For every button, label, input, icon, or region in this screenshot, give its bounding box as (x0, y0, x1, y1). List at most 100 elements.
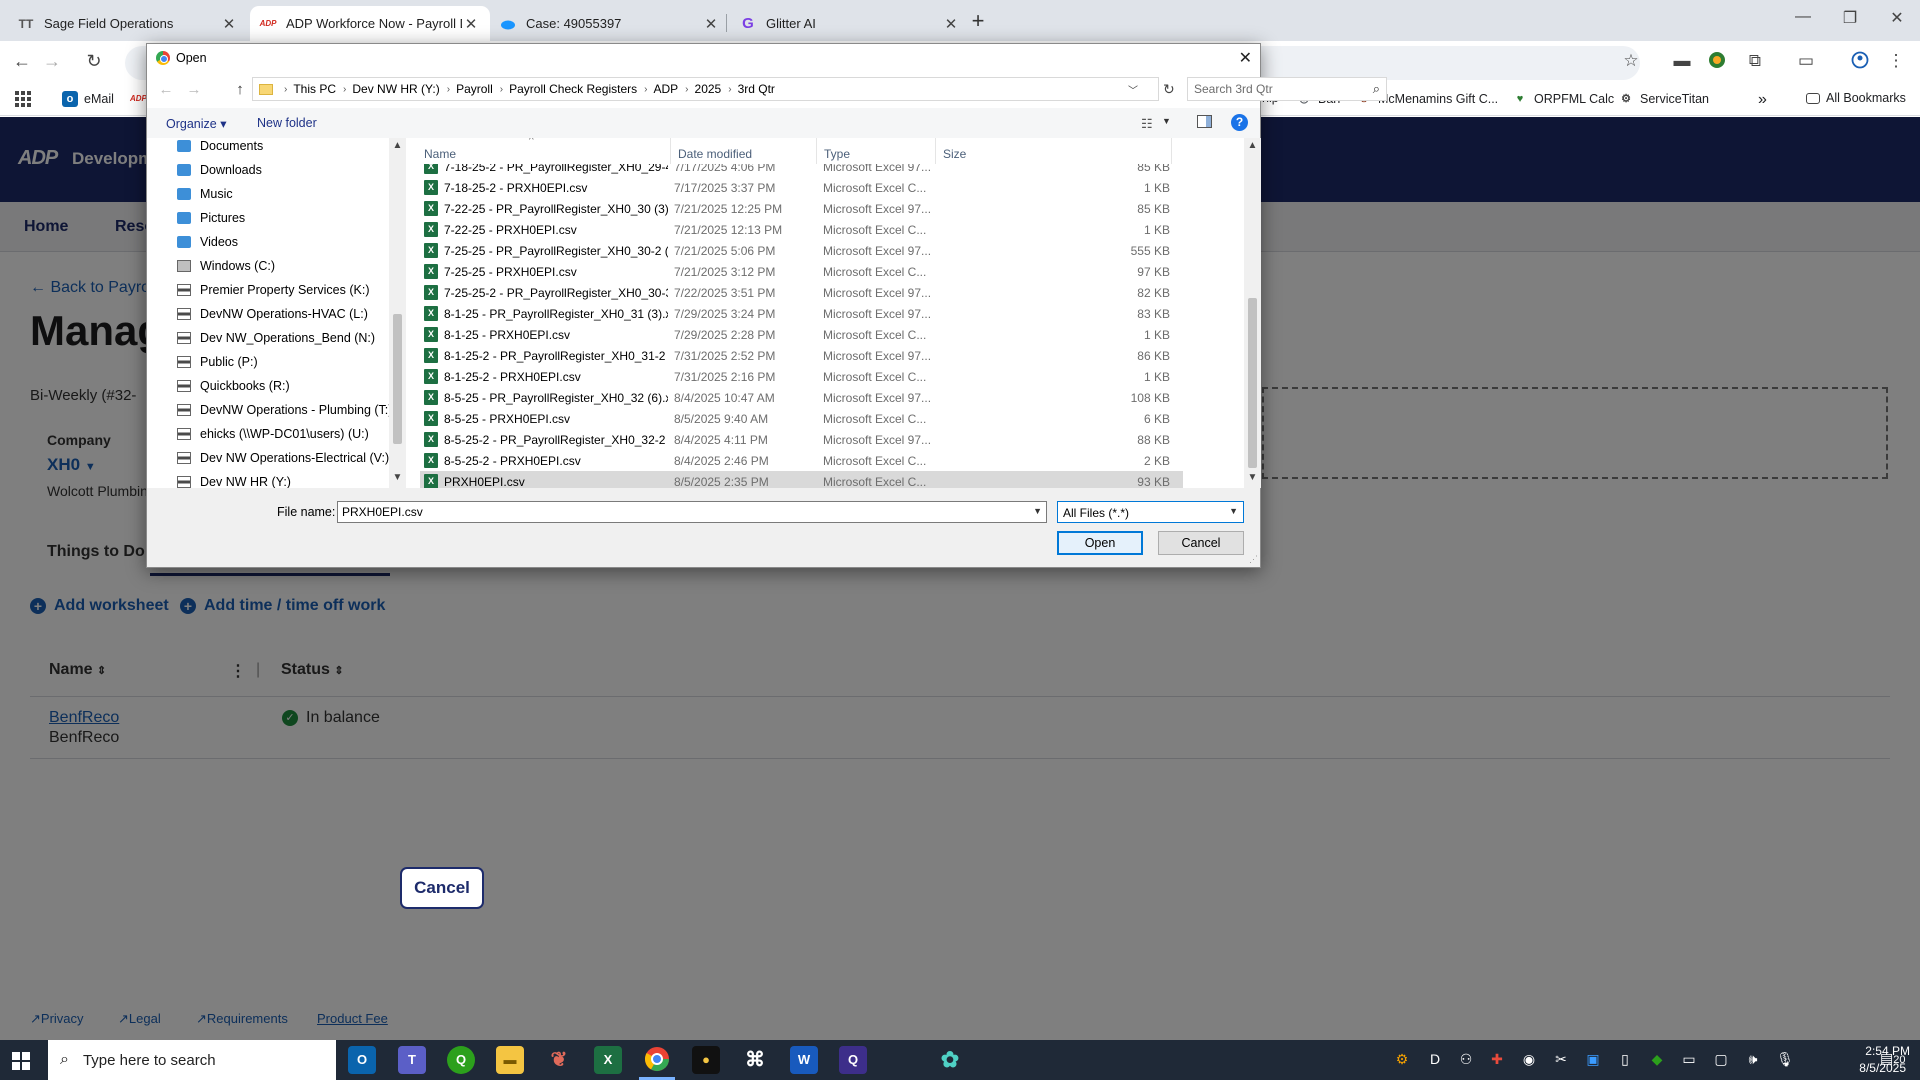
up-arrow-icon[interactable]: ↑ (231, 81, 249, 98)
column-date-header[interactable]: Date modified (678, 147, 752, 161)
search-input[interactable] (1194, 82, 1344, 96)
chevron-down-icon[interactable]: ▼ (1162, 116, 1171, 126)
open-button[interactable]: Open (1057, 531, 1143, 555)
all-bookmarks[interactable]: All Bookmarks (1806, 91, 1906, 105)
breadcrumb-item[interactable]: This PC (293, 82, 336, 96)
bookmark-servicetitan[interactable]: ⚙ ServiceTitan (1618, 91, 1709, 107)
nav-pane-item[interactable]: DevNW Operations-HVAC (L:) (177, 304, 368, 324)
tray-shield-icon[interactable]: ◆ (1648, 1051, 1666, 1068)
nav-pane-item[interactable]: Dev NW HR (Y:) (177, 472, 291, 488)
nav-pane-item[interactable]: Dev NW_Operations_Bend (N:) (177, 328, 375, 348)
file-row[interactable]: X 8-5-25-2 - PRXH0EPI.csv 8/4/2025 2:46 PM… (420, 450, 1183, 471)
column-type-header[interactable]: Type (824, 147, 850, 161)
scroll-down-icon[interactable]: ▼ (389, 472, 406, 483)
tray-usb-icon[interactable]: ▯ (1616, 1051, 1634, 1068)
file-row[interactable]: X 8-1-25-2 - PRXH0EPI.csv 7/31/2025 2:16 P… (420, 366, 1183, 387)
nav-pane-item[interactable]: Dev NW Operations-Electrical (V:) (177, 448, 389, 468)
help-icon[interactable]: ? (1231, 114, 1248, 131)
nav-pane-item[interactable]: Pictures (177, 208, 245, 228)
file-row[interactable]: X 7-25-25 - PR_PayrollRegister_XH0_30-2 (… (420, 240, 1183, 261)
tray-slack-icon[interactable]: ✚ (1488, 1051, 1506, 1068)
file-name-combobox[interactable]: ▼ (337, 501, 1047, 523)
file-explorer-app-icon[interactable]: ▬ (496, 1046, 524, 1074)
file-row[interactable]: X 8-1-25 - PR_PayrollRegister_XH0_31 (3).… (420, 303, 1183, 324)
nav-pane-item[interactable]: Downloads (177, 160, 262, 180)
tab-glitter-ai[interactable]: G Glitter AI ✕ (730, 6, 970, 41)
outlook-app-icon[interactable]: O (348, 1046, 376, 1074)
reload-icon[interactable]: ↻ (82, 51, 106, 72)
chrome-app-icon[interactable] (643, 1046, 671, 1074)
file-type-select[interactable]: All Files (*.*) ▼ (1057, 501, 1244, 523)
nav-pane-item[interactable]: Music (177, 184, 233, 204)
bookmark-orpfml[interactable]: ♥ ORPFML Calc (1512, 91, 1614, 107)
nav-pane-item[interactable]: Windows (C:) (177, 256, 275, 276)
cancel-button[interactable]: Cancel (400, 867, 484, 909)
file-row[interactable]: X 7-25-25 - PRXH0EPI.csv 7/21/2025 3:12 PM… (420, 261, 1183, 282)
new-tab-plus-icon[interactable]: + (966, 8, 990, 34)
notes-app-icon[interactable]: ❦ (545, 1046, 573, 1074)
tab-case[interactable]: Case: 49055397 ✕ (490, 6, 730, 41)
close-icon[interactable]: ✕ (702, 15, 720, 33)
back-arrow-icon[interactable]: ← (10, 51, 34, 72)
password-icon[interactable]: ▬ (1671, 51, 1693, 73)
quickbooks-app-icon[interactable]: Q (447, 1046, 475, 1074)
forward-arrow-icon[interactable]: → (185, 81, 203, 98)
nav-pane-item[interactable]: Public (P:) (177, 352, 258, 372)
refresh-icon[interactable]: ↻ (1163, 81, 1175, 98)
breadcrumb-item[interactable]: Payroll Check Registers (509, 82, 637, 96)
file-row[interactable]: X 8-5-25 - PRXH0EPI.csv 8/5/2025 9:40 AM Mi… (420, 408, 1183, 429)
close-icon[interactable]: ✕ (220, 15, 238, 33)
windows-start-icon[interactable] (12, 1052, 30, 1070)
file-row[interactable]: X 7-22-25 - PRXH0EPI.csv 7/21/2025 12:13 P… (420, 219, 1183, 240)
resize-grip-icon[interactable]: ⋰ (1249, 554, 1258, 565)
nav-pane-item[interactable]: Quickbooks (R:) (177, 376, 290, 396)
teams-app-icon[interactable]: T (398, 1046, 426, 1074)
scroll-up-icon[interactable]: ▲ (1244, 140, 1261, 151)
profile-icon[interactable] (1849, 51, 1871, 73)
search-box[interactable]: ⌕ (1187, 77, 1387, 101)
menu-kebab-icon[interactable]: ⋮ (1885, 51, 1907, 73)
extension-avatar-icon[interactable] (1706, 51, 1728, 73)
tray-app-icon[interactable]: ⚙ (1393, 1051, 1411, 1068)
tab-adp-workforce-now[interactable]: ADP ADP Workforce Now - Payroll D ✕ (250, 6, 490, 41)
volume-icon[interactable]: 🕪 (1744, 1051, 1762, 1068)
new-folder-button[interactable]: New folder (257, 116, 317, 130)
bookmark-email[interactable]: o eMail (62, 91, 114, 107)
file-row[interactable]: X 7-18-25-2 - PRXH0EPI.csv 7/17/2025 3:37 … (420, 177, 1183, 198)
close-icon[interactable]: ✕ (462, 15, 480, 33)
yellow-app-icon[interactable]: ● (692, 1046, 720, 1074)
nav-pane-item[interactable]: ehicks (\\WP-DC01\users) (U:) (177, 424, 369, 444)
file-row[interactable]: X 8-1-25-2 - PR_PayrollRegister_XH0_31-2 … (420, 345, 1183, 366)
close-icon[interactable]: ✕ (1239, 48, 1252, 68)
chatgpt-app-icon[interactable]: ✿ (936, 1046, 964, 1074)
tray-d-icon[interactable]: D (1426, 1051, 1444, 1067)
column-name-header[interactable]: Name (424, 147, 456, 161)
tab-sage-field-operations[interactable]: TT Sage Field Operations ✕ (8, 6, 248, 41)
scrollbar-thumb[interactable] (1248, 298, 1257, 468)
view-options-icon[interactable]: ☷ (1141, 116, 1153, 132)
file-name-input[interactable] (342, 505, 1022, 519)
apps-grid-icon[interactable] (15, 91, 31, 107)
excel-app-icon[interactable]: X (594, 1046, 622, 1074)
scroll-down-icon[interactable]: ▼ (1244, 472, 1261, 483)
navigation-scrollbar[interactable]: ▲ ▼ (389, 138, 406, 488)
file-row[interactable]: X PRXH0EPI.csv 8/5/2025 2:35 PM Microsoft E… (420, 471, 1183, 488)
notification-center-icon[interactable]: ▤20 (1880, 1050, 1905, 1067)
preview-pane-icon[interactable] (1197, 115, 1212, 128)
chevron-down-icon[interactable]: ▼ (1033, 506, 1042, 516)
back-arrow-icon[interactable]: ← (157, 81, 175, 98)
tray-circle-icon[interactable]: ◉ (1520, 1051, 1538, 1068)
organize-menu[interactable]: Organize ▾ (166, 116, 226, 131)
nav-pane-item[interactable]: Videos (177, 232, 238, 252)
nav-pane-item[interactable]: Documents (177, 138, 263, 156)
side-panel-icon[interactable]: ▭ (1795, 51, 1817, 73)
file-row[interactable]: X 8-5-25-2 - PR_PayrollRegister_XH0_32-2 … (420, 429, 1183, 450)
file-row[interactable]: X 7-22-25 - PR_PayrollRegister_XH0_30 (3)… (420, 198, 1183, 219)
battery-icon[interactable]: ▭ (1680, 1051, 1698, 1068)
tray-outlook-icon[interactable]: ▣ (1584, 1051, 1602, 1068)
file-row[interactable]: X 8-1-25 - PRXH0EPI.csv 7/29/2025 2:28 PM M… (420, 324, 1183, 345)
breadcrumb-item[interactable]: ADP (653, 82, 678, 96)
word-app-icon[interactable]: W (790, 1046, 818, 1074)
nav-pane-item[interactable]: Premier Property Services (K:) (177, 280, 369, 300)
purple-app-icon[interactable]: Q (839, 1046, 867, 1074)
